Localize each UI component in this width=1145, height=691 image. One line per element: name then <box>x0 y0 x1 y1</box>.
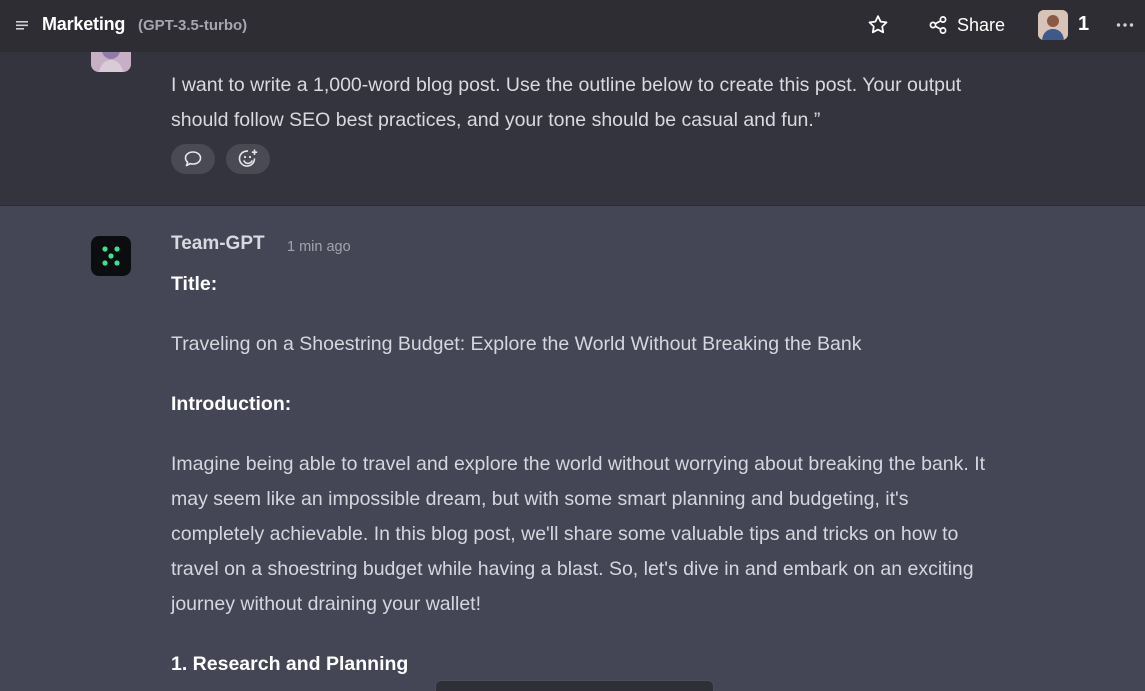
star-icon[interactable] <box>866 13 890 37</box>
user-message: I want to write a 1,000-word blog post. … <box>0 42 1145 206</box>
model-label: (GPT-3.5-turbo) <box>138 17 248 34</box>
share-icon <box>929 16 947 34</box>
share-button[interactable]: Share <box>928 12 1005 38</box>
more-icon[interactable] <box>1116 22 1134 28</box>
section-heading: 1. Research and Planning <box>171 653 409 675</box>
comment-button[interactable] <box>171 144 215 174</box>
comment-icon <box>184 151 202 167</box>
team-gpt-logo-icon <box>91 236 131 276</box>
title-heading: Title: <box>171 273 218 295</box>
chat-title[interactable]: Marketing <box>42 14 125 35</box>
intro-paragraph: Imagine being able to travel and explore… <box>171 453 986 615</box>
message-timestamp: 1 min ago <box>287 239 351 255</box>
user-message-text: I want to write a 1,000-word blog post. … <box>171 74 962 131</box>
avatar[interactable] <box>1038 10 1068 40</box>
add-reaction-icon <box>238 149 258 167</box>
top-bar: Marketing (GPT-3.5-turbo) Share 1 <box>0 0 1145 52</box>
scroll-to-bottom-panel[interactable] <box>435 680 714 691</box>
participant-count: 1 <box>1078 13 1090 35</box>
add-reaction-button[interactable] <box>226 144 270 174</box>
menu-icon[interactable] <box>14 17 30 33</box>
title-text: Traveling on a Shoestring Budget: Explor… <box>171 333 862 355</box>
assistant-name: Team-GPT <box>171 233 265 254</box>
intro-heading: Introduction: <box>171 393 292 415</box>
share-label: Share <box>957 14 1006 35</box>
